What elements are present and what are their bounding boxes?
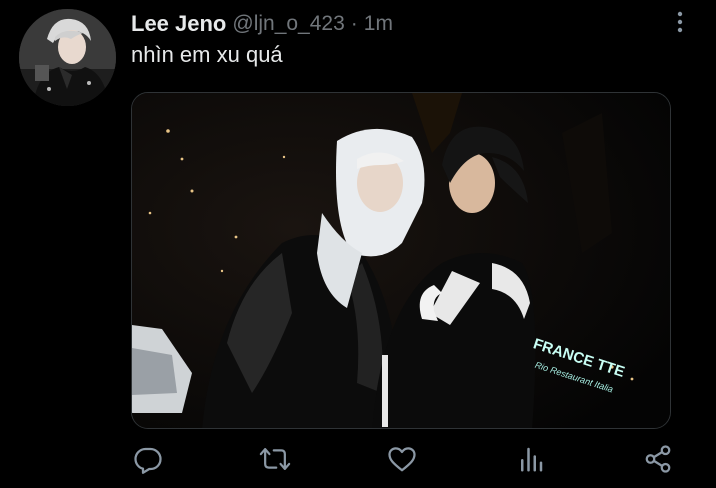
retweet-button[interactable] (257, 441, 293, 477)
retweet-icon (259, 448, 291, 470)
display-name[interactable]: Lee Jeno (131, 11, 226, 37)
reply-icon (134, 447, 162, 474)
tweet-text: nhìn em xu quá (131, 42, 283, 67)
timestamp[interactable]: 1m (364, 12, 393, 36)
tweet-media-photo[interactable]: FRANCE TTE Rio Restaurant Italia (131, 92, 671, 429)
tweet-action-bar (0, 441, 716, 481)
separator-dot: · (350, 12, 358, 35)
avatar-image (19, 9, 116, 106)
like-button[interactable] (384, 441, 420, 477)
photo-image: FRANCE TTE Rio Restaurant Italia (132, 93, 670, 428)
analytics-button[interactable] (513, 441, 549, 477)
avatar[interactable] (19, 9, 116, 106)
share-icon (645, 445, 671, 473)
more-vertical-icon[interactable] (668, 9, 692, 39)
heart-icon (388, 447, 416, 472)
share-button[interactable] (640, 441, 676, 477)
user-handle[interactable]: @ljn_o_423 (232, 12, 344, 36)
analytics-icon (521, 447, 543, 472)
reply-button[interactable] (130, 441, 166, 477)
tweet[interactable]: Lee Jeno @ljn_o_423 · 1m nhìn em xu quá (0, 0, 716, 488)
tweet-header: Lee Jeno @ljn_o_423 · 1m (131, 9, 393, 39)
